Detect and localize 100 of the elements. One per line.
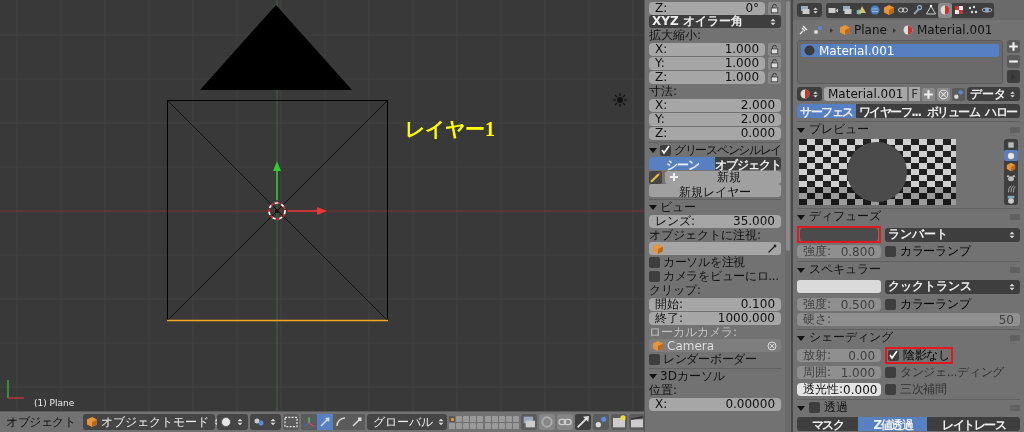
panel-header[interactable]: 透過	[797, 399, 1020, 414]
number-field[interactable]: 硬さ: 50	[797, 313, 1020, 326]
fake-user-button[interactable]: F	[909, 87, 920, 101]
clear-icon[interactable]	[937, 87, 950, 101]
number-field[interactable]: Z: 0.000	[649, 126, 781, 140]
pin-icon[interactable]	[797, 24, 809, 36]
render-icon[interactable]	[611, 414, 627, 430]
panel-header[interactable]: スペキュラー	[797, 261, 1020, 276]
manipulator-button[interactable]	[349, 414, 365, 430]
expand-arrow-icon[interactable]	[797, 125, 805, 134]
expand-arrow-icon[interactable]	[797, 212, 805, 221]
material-tab[interactable]: ハロー	[982, 104, 1020, 118]
number-field[interactable]: 強度: 0.500	[797, 298, 881, 311]
shader-dropdown[interactable]: クックトランス	[885, 279, 1020, 294]
layer-button[interactable]	[449, 415, 455, 422]
checkbox[interactable]	[888, 350, 899, 361]
object-field[interactable]	[649, 242, 781, 255]
preview-shape-button[interactable]	[1004, 172, 1018, 183]
plus-icon[interactable]	[922, 87, 935, 101]
material-tab[interactable]: ボリューム	[923, 104, 983, 118]
expand-arrow-icon[interactable]	[649, 372, 657, 380]
material-tab[interactable]: サーフェス	[797, 104, 856, 118]
dotted-box-icon[interactable]	[283, 414, 299, 430]
context-tab[interactable]	[924, 2, 938, 18]
material-tab[interactable]: ワイヤーフ...	[855, 104, 924, 118]
mode-tab[interactable]: マスク	[797, 417, 859, 431]
checkbox[interactable]	[809, 402, 820, 413]
minus-icon[interactable]	[1007, 55, 1020, 68]
toggle-button[interactable]: オブジェクト	[715, 157, 782, 170]
manipulator-button[interactable]	[301, 414, 317, 430]
checkbox-label[interactable]: レンダーボーダー	[663, 350, 757, 368]
plus-icon[interactable]	[1007, 40, 1020, 53]
layers-icon[interactable]	[521, 414, 537, 430]
panel-header[interactable]: ディフューズ	[797, 208, 1020, 223]
number-field[interactable]: 終了: 1000.000	[649, 311, 781, 325]
number-field[interactable]: Y: 2.000	[649, 112, 781, 126]
checkbox[interactable]	[885, 299, 896, 310]
expand-arrow-icon[interactable]	[649, 203, 657, 211]
pencil-icon[interactable]	[649, 170, 662, 184]
material-browse-dropdown[interactable]	[797, 87, 822, 101]
mode-tab[interactable]: レイトレース	[927, 417, 1020, 431]
menu-item[interactable]: オブジェクト	[2, 413, 81, 431]
number-field[interactable]: 強度: 0.800	[797, 245, 881, 258]
manipulator-button[interactable]	[333, 414, 349, 430]
mode-dropdown[interactable]: オブジェクトモード	[83, 414, 215, 430]
checkbox[interactable]	[660, 144, 671, 156]
panel-header[interactable]: シェーディング	[797, 329, 1020, 344]
number-field[interactable]: X: 1.000	[649, 42, 765, 56]
material-name-field[interactable]: Material.001	[824, 87, 908, 101]
number-field[interactable]: 透光性:0.000	[797, 383, 881, 396]
number-field[interactable]: Z: 0°	[649, 1, 765, 15]
shader-dropdown[interactable]: ランバート	[885, 227, 1020, 242]
checkbox[interactable]	[649, 270, 660, 282]
shading-dropdown[interactable]	[217, 414, 248, 430]
number-field[interactable]: レンズ: 35.000	[649, 214, 781, 228]
number-field[interactable]: 開始: 0.100	[649, 297, 781, 311]
checkbox-label[interactable]: カラーランプ	[900, 296, 971, 313]
pivot-dropdown[interactable]	[250, 414, 281, 430]
new-layer-button[interactable]: 新規レイヤー	[649, 184, 781, 197]
expand-arrow-icon[interactable]	[797, 333, 805, 342]
clapper-icon[interactable]	[629, 414, 644, 430]
checkbox[interactable]	[649, 256, 660, 268]
checkbox-label[interactable]: カラーランプ	[900, 243, 971, 260]
arrow-icon[interactable]	[575, 414, 591, 430]
checkbox-label[interactable]: 陰影なし	[903, 347, 950, 364]
lock-icon[interactable]	[768, 1, 781, 15]
lock-icon[interactable]	[768, 56, 781, 70]
link-dropdown[interactable]: データ	[967, 87, 1020, 101]
preview-shape-button[interactable]	[1004, 150, 1018, 161]
manipulator-button[interactable]	[317, 414, 333, 430]
material-slot[interactable]: Material.001	[801, 44, 999, 57]
panel-header[interactable]: ビュー	[649, 199, 781, 214]
checkbox[interactable]	[649, 353, 660, 365]
mode-tab[interactable]: Z値透過	[858, 417, 928, 431]
checkbox[interactable]	[885, 246, 896, 257]
lock-icon[interactable]	[768, 70, 781, 84]
new-button[interactable]: 新規	[665, 170, 781, 184]
rotation-mode-dropdown[interactable]: XYZ オイラー角	[649, 15, 781, 28]
orientation-dropdown[interactable]: グローバル	[367, 414, 447, 430]
number-field[interactable]: X: 2.000	[649, 98, 781, 112]
nodes-icon[interactable]	[593, 414, 609, 430]
toggle-button[interactable]: シーン	[649, 157, 715, 170]
context-tab[interactable]	[882, 2, 896, 18]
move-gizmo[interactable]	[273, 161, 327, 215]
breadcrumb-item[interactable]: Material.001	[916, 23, 993, 37]
number-field[interactable]: Y: 1.000	[649, 56, 765, 70]
context-tab[interactable]	[938, 2, 952, 18]
expand-arrow-icon[interactable]	[649, 146, 657, 154]
expand-arrow-icon[interactable]	[797, 265, 805, 274]
number-field[interactable]: X: 0.00000	[649, 397, 781, 411]
expand-arrow-icon[interactable]	[797, 403, 805, 412]
number-field[interactable]: Z: 1.000	[649, 70, 765, 84]
editor-type-dropdown[interactable]	[797, 3, 822, 17]
panel-header[interactable]: 3Dカーソル	[649, 368, 781, 383]
scrollbar[interactable]	[786, 1, 790, 251]
panel-header[interactable]: プレビュー	[797, 121, 1020, 136]
breadcrumb-item[interactable]: Plane	[854, 23, 887, 37]
lock-icon[interactable]	[768, 42, 781, 56]
nodes-icon[interactable]	[952, 87, 965, 101]
color-swatch[interactable]	[797, 279, 881, 293]
